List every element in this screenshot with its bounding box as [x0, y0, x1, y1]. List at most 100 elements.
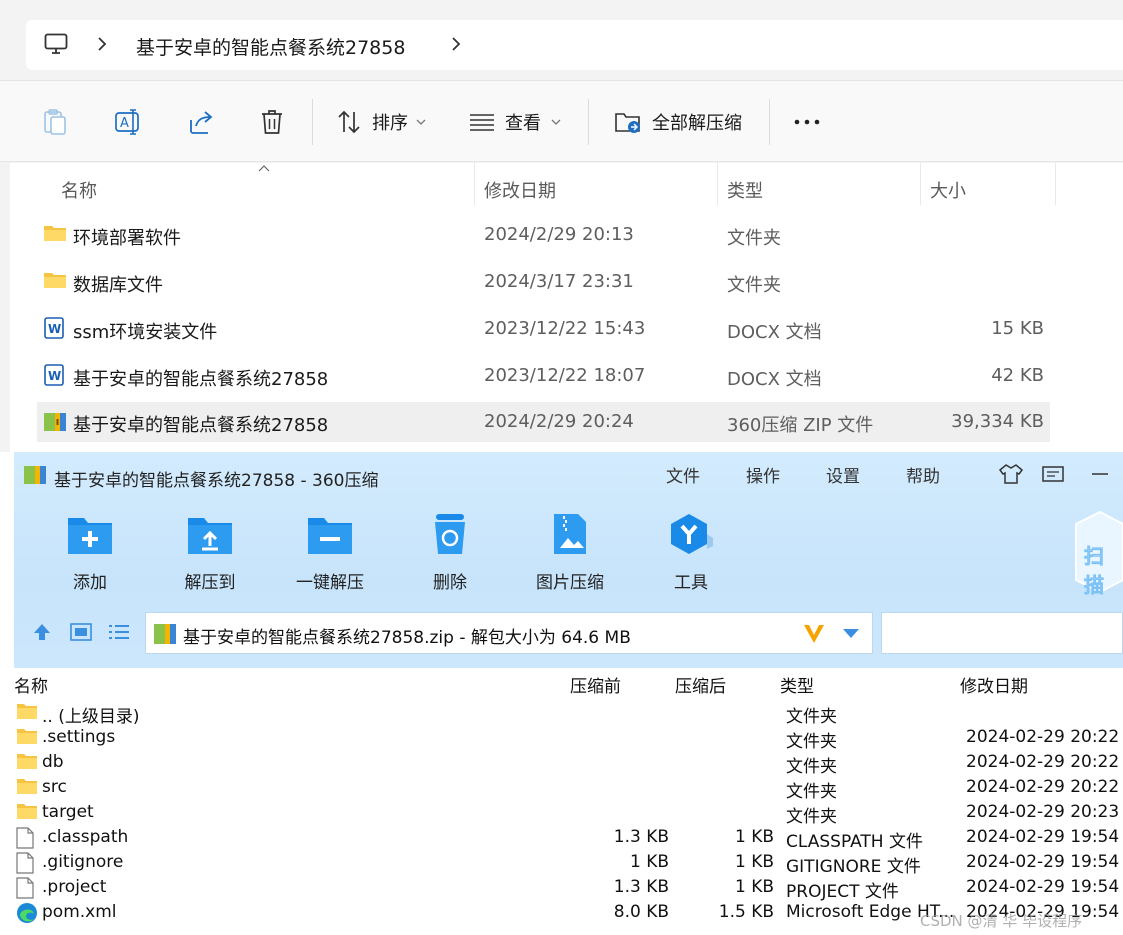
up-arrow-icon[interactable]: [32, 622, 52, 642]
delete-button[interactable]: [259, 81, 285, 163]
menu-file[interactable]: 文件: [666, 462, 700, 487]
column-header-name[interactable]: 名称: [14, 672, 48, 697]
zip-file-row[interactable]: target 文件夹 2024-02-29 20:23: [14, 802, 1123, 827]
file-name: ssm环境安装文件: [73, 322, 218, 343]
extract-to-button[interactable]: 解压到: [160, 512, 260, 593]
folder-icon: [16, 702, 38, 720]
skin-shirt-icon[interactable]: [998, 463, 1024, 485]
archive-path-field[interactable]: 基于安卓的智能点餐系统27858.zip - 解包大小为 64.6 MB: [145, 612, 873, 654]
zip-file-row[interactable]: .. (上级目录) 文件夹: [14, 702, 1123, 727]
zip-file-modified: 2024-02-29 20:22: [966, 752, 1120, 772]
file-type: DOCX 文档: [727, 322, 822, 343]
column-divider[interactable]: [920, 163, 921, 205]
360-v-logo-icon[interactable]: [802, 622, 826, 646]
zip-file-name: .settings: [42, 727, 116, 747]
zip-file-modified: 2024-02-29 20:22: [966, 777, 1120, 797]
zip-file-row[interactable]: .settings 文件夹 2024-02-29 20:22: [14, 727, 1123, 752]
folder-icon: [43, 223, 67, 243]
list-view-icon[interactable]: [108, 624, 130, 640]
column-header-name[interactable]: 名称: [61, 171, 97, 209]
column-header-modified[interactable]: 修改日期: [484, 171, 556, 209]
file-type: 文件夹: [727, 275, 781, 296]
one-click-extract-label: 一键解压: [296, 573, 364, 593]
column-header-size[interactable]: 大小: [930, 171, 966, 209]
menu-help[interactable]: 帮助: [906, 462, 940, 487]
search-input[interactable]: [881, 612, 1123, 654]
column-header-type[interactable]: 类型: [780, 672, 814, 697]
chevron-down-icon: [551, 118, 561, 126]
breadcrumb-folder[interactable]: 基于安卓的智能点餐系统27858: [136, 33, 405, 60]
zip-file-name: .project: [42, 877, 107, 897]
add-button[interactable]: 添加: [40, 512, 140, 593]
one-click-extract-button[interactable]: 一键解压: [280, 512, 380, 593]
sort-icon: [336, 109, 362, 135]
file-size: 39,334 KB: [951, 411, 1044, 432]
zip-file-row[interactable]: .gitignore 1 KB 1 KB GITIGNORE 文件 2024-02-29…: [14, 852, 1123, 877]
file-modified: 2024/3/17 23:31: [484, 271, 634, 292]
zip-file-row[interactable]: .project 1.3 KB 1 KB PROJECT 文件 2024-02-29 1…: [14, 877, 1123, 902]
zip-file-row[interactable]: .classpath 1.3 KB 1 KB CLASSPATH 文件 2024-02-…: [14, 827, 1123, 852]
column-header-modified[interactable]: 修改日期: [960, 672, 1028, 697]
feedback-icon[interactable]: [1041, 465, 1065, 485]
file-name: 数据库文件: [73, 275, 163, 296]
address-bar[interactable]: 基于安卓的智能点餐系统27858: [26, 20, 1123, 70]
file-row[interactable]: 数据库文件 2024/3/17 23:31 文件夹: [37, 262, 1050, 302]
zip-app-icon: [24, 464, 46, 484]
column-header-after[interactable]: 压缩后: [675, 672, 726, 697]
tools-button[interactable]: 工具: [641, 512, 741, 593]
file-row-selected[interactable]: 基于安卓的智能点餐系统27858 2024/2/29 20:24 360压缩 Z…: [37, 402, 1050, 442]
command-separator: [769, 99, 770, 145]
file-row[interactable]: 环境部署软件 2024/2/29 20:13 文件夹: [37, 215, 1050, 255]
zip-file-name: .. (上级目录): [42, 707, 140, 727]
column-divider[interactable]: [474, 163, 475, 205]
zip-toolbar-area: 基于安卓的智能点餐系统27858 - 360压缩 文件 操作 设置 帮助 添加 …: [14, 452, 1123, 668]
zip-file-type: GITIGNORE 文件: [786, 857, 921, 877]
scan-label: 扫描: [1084, 544, 1105, 598]
paste-button[interactable]: [42, 81, 68, 163]
column-header-before[interactable]: 压缩前: [570, 672, 621, 697]
rename-button[interactable]: A: [114, 81, 142, 163]
zip-file-row[interactable]: src 文件夹 2024-02-29 20:22: [14, 777, 1123, 802]
sort-button[interactable]: 排序: [336, 81, 426, 163]
zip-file-type: PROJECT 文件: [786, 882, 899, 902]
column-divider[interactable]: [717, 163, 718, 205]
column-divider[interactable]: [1055, 163, 1056, 205]
this-pc-icon[interactable]: [44, 33, 68, 55]
menu-settings[interactable]: 设置: [826, 462, 860, 487]
zip-file-modified: 2024-02-29 19:54: [966, 852, 1120, 872]
scan-badge[interactable]: 扫描: [1070, 508, 1123, 598]
extract-to-label: 解压到: [184, 573, 236, 593]
zip-file-type: 文件夹: [786, 757, 837, 777]
file-icon: [16, 877, 34, 899]
zip-file-row[interactable]: db 文件夹 2024-02-29 20:22: [14, 752, 1123, 777]
sort-ascending-icon: [258, 165, 270, 173]
minimize-icon[interactable]: [1091, 472, 1109, 476]
more-dots-icon: [793, 118, 821, 126]
dropdown-triangle-icon[interactable]: [842, 628, 860, 639]
file-icon: [16, 852, 34, 874]
breadcrumb-chevron-icon[interactable]: [96, 35, 108, 53]
more-options-button[interactable]: [793, 81, 821, 163]
file-row[interactable]: W ssm环境安装文件 2023/12/22 15:43 DOCX 文档 15 …: [37, 309, 1050, 349]
menu-operation[interactable]: 操作: [746, 462, 780, 487]
share-button[interactable]: [187, 81, 215, 163]
zip-file-modified: 2024-02-29 20:23: [966, 802, 1120, 822]
zip-size-after: 1 KB: [734, 877, 774, 897]
zip-file-type: 文件夹: [786, 807, 837, 827]
file-row[interactable]: W 基于安卓的智能点餐系统27858 2023/12/22 18:07 DOCX…: [37, 356, 1050, 396]
extract-all-button[interactable]: 全部解压缩: [614, 81, 742, 163]
thumbnail-view-icon[interactable]: [70, 623, 92, 641]
zip-size-after: 1 KB: [734, 827, 774, 847]
zip-archive-icon: [154, 622, 176, 644]
svg-text:W: W: [48, 322, 61, 336]
breadcrumb-chevron-icon[interactable]: [450, 35, 462, 53]
folder-icon: [16, 802, 38, 820]
delete-tool-button[interactable]: 删除: [400, 512, 500, 593]
zip-size-before: 8.0 KB: [613, 902, 669, 922]
image-compress-button[interactable]: 图片压缩: [520, 512, 620, 593]
extract-folder-icon: [614, 109, 642, 135]
column-header-type[interactable]: 类型: [727, 171, 763, 209]
extract-folder-icon: [186, 512, 234, 556]
image-compress-label: 图片压缩: [536, 573, 604, 593]
view-button[interactable]: 查看: [469, 81, 561, 163]
